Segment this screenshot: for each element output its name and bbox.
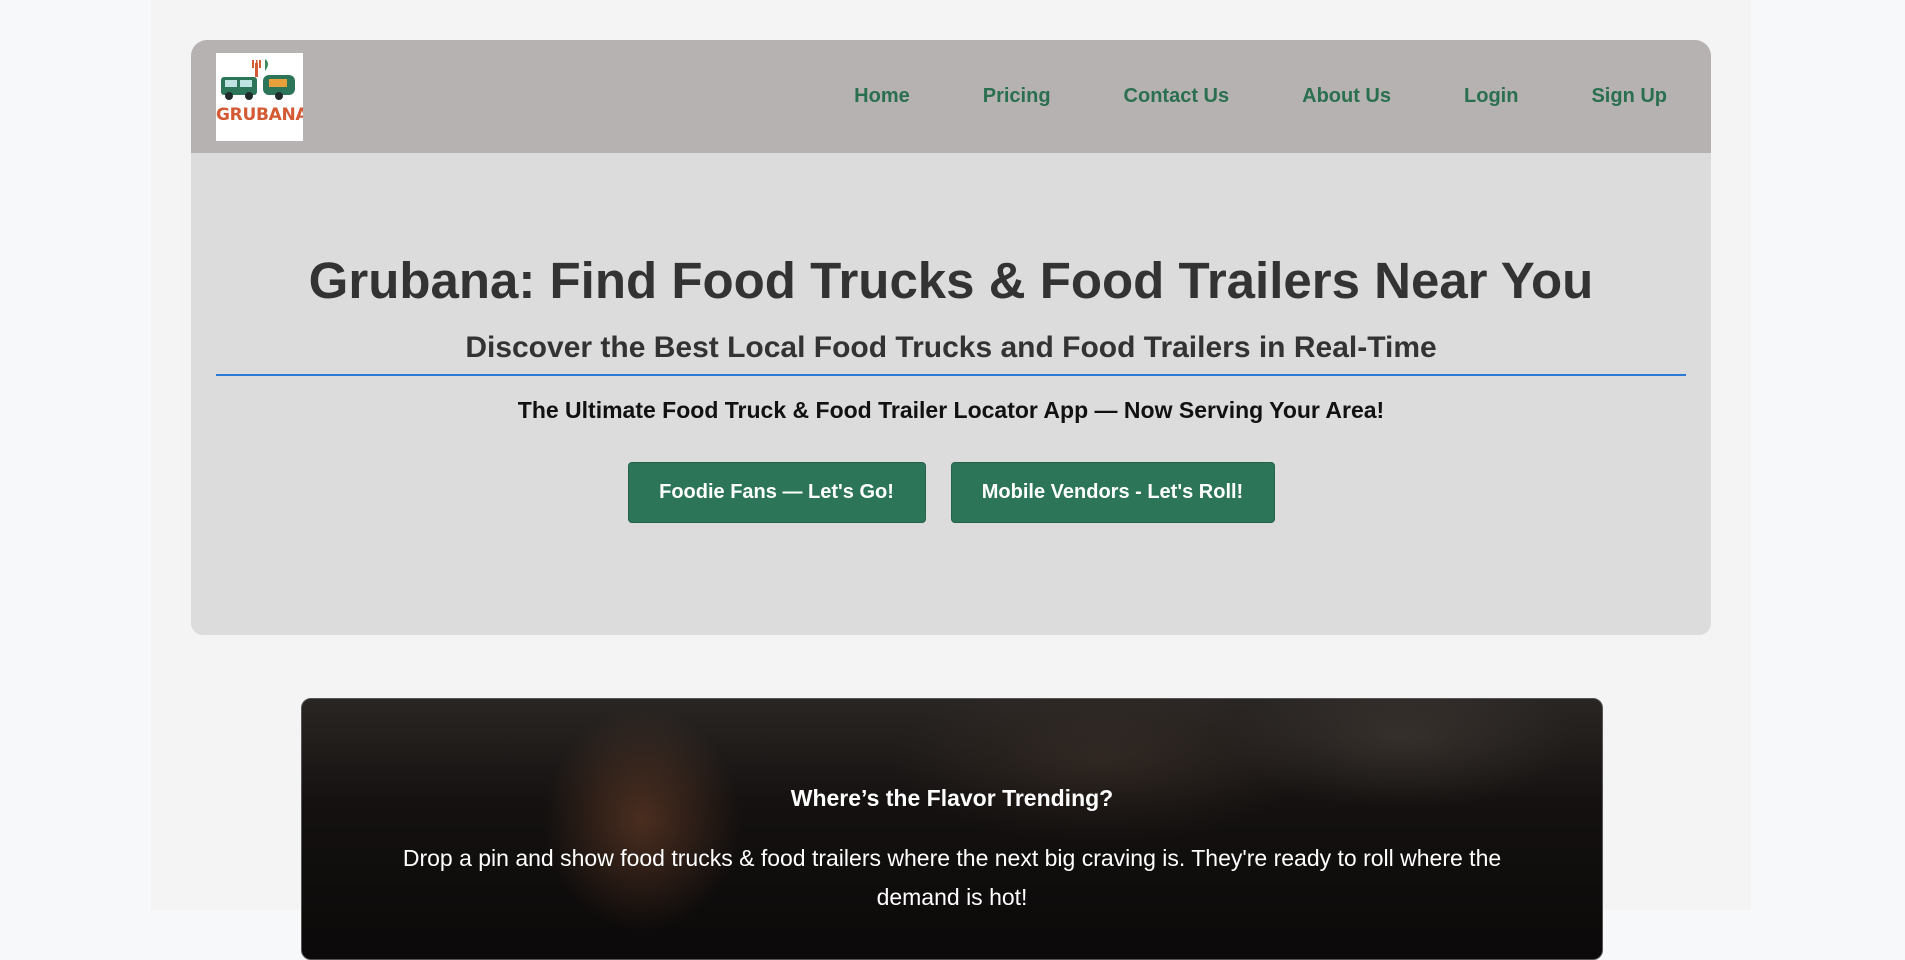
nav-login[interactable]: Login (1464, 85, 1518, 108)
nav-sign-up[interactable]: Sign Up (1591, 85, 1667, 108)
logo-text: GRUBANA (216, 105, 303, 125)
food-truck-logo-icon (221, 59, 295, 100)
nav-contact-us[interactable]: Contact Us (1124, 85, 1230, 108)
hero-tagline: The Ultimate Food Truck & Food Trailer L… (517, 397, 1385, 423)
mobile-vendors-button[interactable]: Mobile Vendors - Let's Roll! (950, 462, 1275, 523)
trending-description: Drop a pin and show food trucks & food t… (402, 845, 1502, 910)
trending-title: Where’s the Flavor Trending? (790, 785, 1114, 811)
trending-card: Where’s the Flavor Trending? Drop a pin … (301, 698, 1603, 960)
nav-home[interactable]: Home (854, 85, 910, 108)
nav-about-us[interactable]: About Us (1302, 85, 1391, 108)
hero-section: Grubana: Find Food Trucks & Food Trailer… (191, 153, 1711, 635)
hero-subtitle: Discover the Best Local Food Trucks and … (465, 331, 1437, 364)
hero-divider (216, 374, 1686, 376)
foodie-fans-button[interactable]: Foodie Fans — Let's Go! (627, 462, 926, 523)
page-container: GRUBANA Home Pricing Contact Us About Us… (151, 0, 1751, 960)
navbar: GRUBANA Home Pricing Contact Us About Us… (191, 40, 1711, 153)
hero-title: Grubana: Find Food Trucks & Food Trailer… (308, 252, 1594, 309)
grubana-logo[interactable]: GRUBANA (216, 53, 303, 141)
cta-buttons: Foodie Fans — Let's Go! Mobile Vendors -… (191, 462, 1711, 523)
nav-pricing[interactable]: Pricing (983, 85, 1051, 108)
main-nav: Home Pricing Contact Us About Us Login S… (781, 40, 1667, 153)
